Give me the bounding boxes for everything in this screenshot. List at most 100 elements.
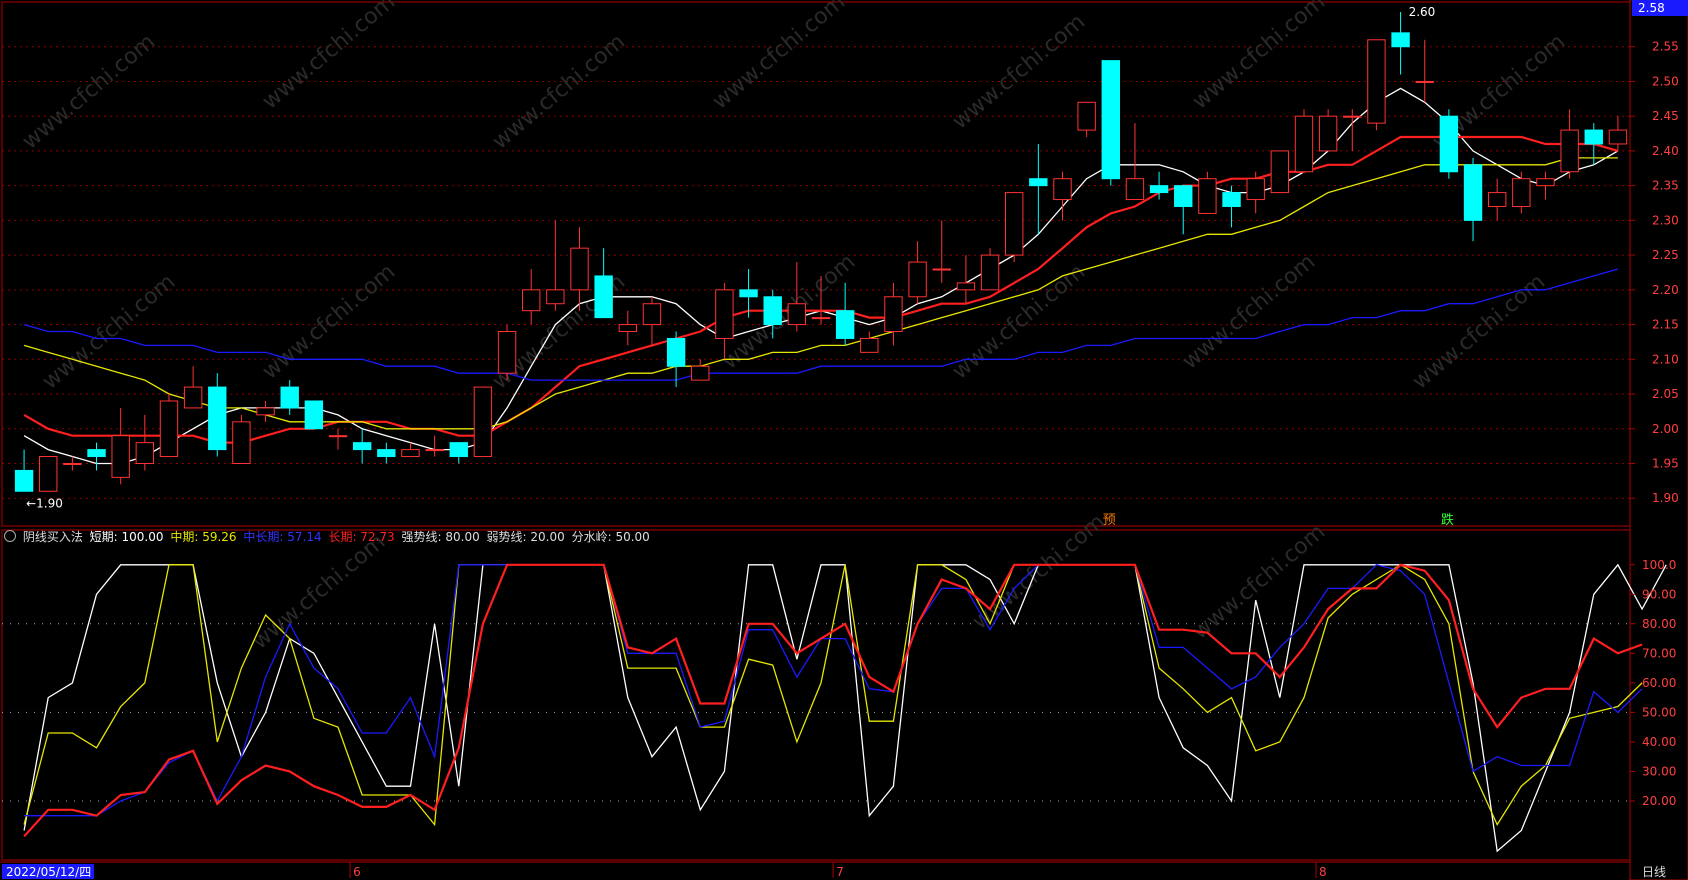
- candle: [691, 359, 710, 381]
- candle-body: [908, 261, 927, 298]
- candle: [932, 220, 951, 283]
- price-tick-label: 2.20: [1652, 283, 1679, 297]
- candle-body: [1198, 178, 1217, 214]
- candle: [908, 241, 927, 304]
- candle: [1294, 109, 1314, 173]
- candle-body: [787, 303, 807, 326]
- price-tick-label: 2.10: [1652, 352, 1679, 366]
- candle-body: [401, 449, 420, 458]
- candle: [1101, 60, 1120, 186]
- candle-body: [1391, 32, 1410, 48]
- indicator-legend: 阴线买入法 短期: 100.00 中期: 59.26 中长期: 57.14 长期…: [0, 528, 653, 548]
- candle-body: [1439, 115, 1459, 173]
- legend-mid: 中期: 59.26: [170, 530, 237, 544]
- candle: [1415, 39, 1434, 103]
- candle-body: [860, 337, 879, 353]
- candle: [232, 414, 251, 464]
- candle: [980, 248, 1000, 291]
- candle-body: [932, 268, 951, 271]
- price-tick-label: 1.90: [1652, 491, 1679, 505]
- candle: [1487, 178, 1507, 221]
- candle: [352, 428, 372, 464]
- candle: [1174, 185, 1193, 235]
- watermark-text: www.cfchi.com: [1408, 269, 1550, 394]
- candle: [87, 442, 106, 471]
- settings-icon[interactable]: [4, 530, 16, 542]
- candle: [183, 366, 203, 409]
- candle-body: [256, 407, 275, 416]
- candlestick-layer: [14, 12, 1628, 492]
- candle: [304, 400, 324, 430]
- candle: [14, 449, 34, 492]
- candle-body: [1560, 129, 1579, 173]
- candle-body: [618, 324, 637, 333]
- candle-body: [1101, 60, 1120, 180]
- price-tick-label: 2.45: [1652, 109, 1679, 123]
- candle-body: [739, 289, 758, 298]
- candle-body: [232, 421, 251, 464]
- candle-body: [1005, 192, 1024, 256]
- candle-body: [1149, 185, 1169, 194]
- candle: [642, 296, 662, 346]
- watermark-text: www.cfchi.com: [708, 0, 850, 115]
- candle-body: [1246, 178, 1265, 201]
- low-price-label: ←1.90: [26, 496, 63, 510]
- candle-body: [1029, 178, 1048, 187]
- indicator-tick-label: 40.00: [1642, 735, 1676, 749]
- candle-body: [980, 254, 1000, 291]
- candle-body: [1415, 80, 1434, 83]
- candle-body: [1487, 192, 1507, 207]
- candle-body: [304, 400, 324, 430]
- candle: [1367, 39, 1386, 131]
- date-label: 2022/05/12/四: [6, 865, 91, 879]
- price-tick-label: 2.15: [1652, 318, 1679, 332]
- candle-body: [280, 386, 299, 409]
- candle: [1198, 171, 1217, 214]
- watermark-layer: www.cfchi.com www.cfchi.com www.cfchi.com w…: [18, 0, 1570, 655]
- indicator-tick-label: 90.00: [1642, 587, 1676, 601]
- candle-body: [1367, 39, 1386, 124]
- candle: [135, 414, 155, 471]
- candle: [1560, 109, 1579, 179]
- candle-body: [763, 296, 782, 326]
- stock-chart[interactable]: www.cfchi.com www.cfchi.com www.cfchi.com w…: [0, 0, 1688, 880]
- candle-body: [1608, 129, 1628, 145]
- candle-body: [425, 449, 444, 452]
- candle-body: [1536, 178, 1555, 187]
- candle-body: [1318, 115, 1338, 152]
- watermark-text: www.cfchi.com: [488, 29, 630, 154]
- price-tick-label: 2.50: [1652, 74, 1679, 88]
- candle: [884, 282, 903, 346]
- candle-body: [449, 442, 468, 458]
- watermark-text: www.cfchi.com: [258, 259, 400, 384]
- candle: [1439, 109, 1459, 179]
- month-marker-label: 7: [836, 865, 844, 879]
- legend-weak: 弱势线: 20.00: [486, 530, 565, 544]
- candle: [1029, 143, 1048, 235]
- high-price-label: 2.60: [1409, 5, 1436, 19]
- candle-body: [63, 462, 82, 465]
- candle-body: [1125, 178, 1145, 201]
- watermark-text: www.cfchi.com: [18, 29, 160, 154]
- legend-short: 短期: 100.00: [89, 530, 164, 544]
- indicator-series-line: [23, 563, 1667, 853]
- month-marker-label: 6: [353, 865, 361, 879]
- candle-body: [208, 386, 227, 451]
- indicator-layer: [23, 563, 1667, 853]
- watermark-text: www.cfchi.com: [248, 529, 390, 654]
- watermark-text: www.cfchi.com: [968, 509, 1110, 634]
- candle-body: [473, 386, 493, 458]
- candle: [1536, 171, 1555, 200]
- signal-label: 跌: [1441, 512, 1454, 528]
- candle: [449, 442, 468, 464]
- indicator-tick-label: 60.00: [1642, 676, 1676, 690]
- indicator-tick-label: 80.00: [1642, 617, 1676, 631]
- candle: [594, 248, 613, 319]
- candle-body: [1053, 178, 1072, 201]
- price-tick-label: 2.30: [1652, 213, 1679, 227]
- candle: [111, 407, 130, 485]
- candle-body: [39, 456, 58, 492]
- candle: [280, 380, 299, 415]
- candle-body: [1222, 192, 1241, 207]
- candle-body: [1270, 150, 1290, 194]
